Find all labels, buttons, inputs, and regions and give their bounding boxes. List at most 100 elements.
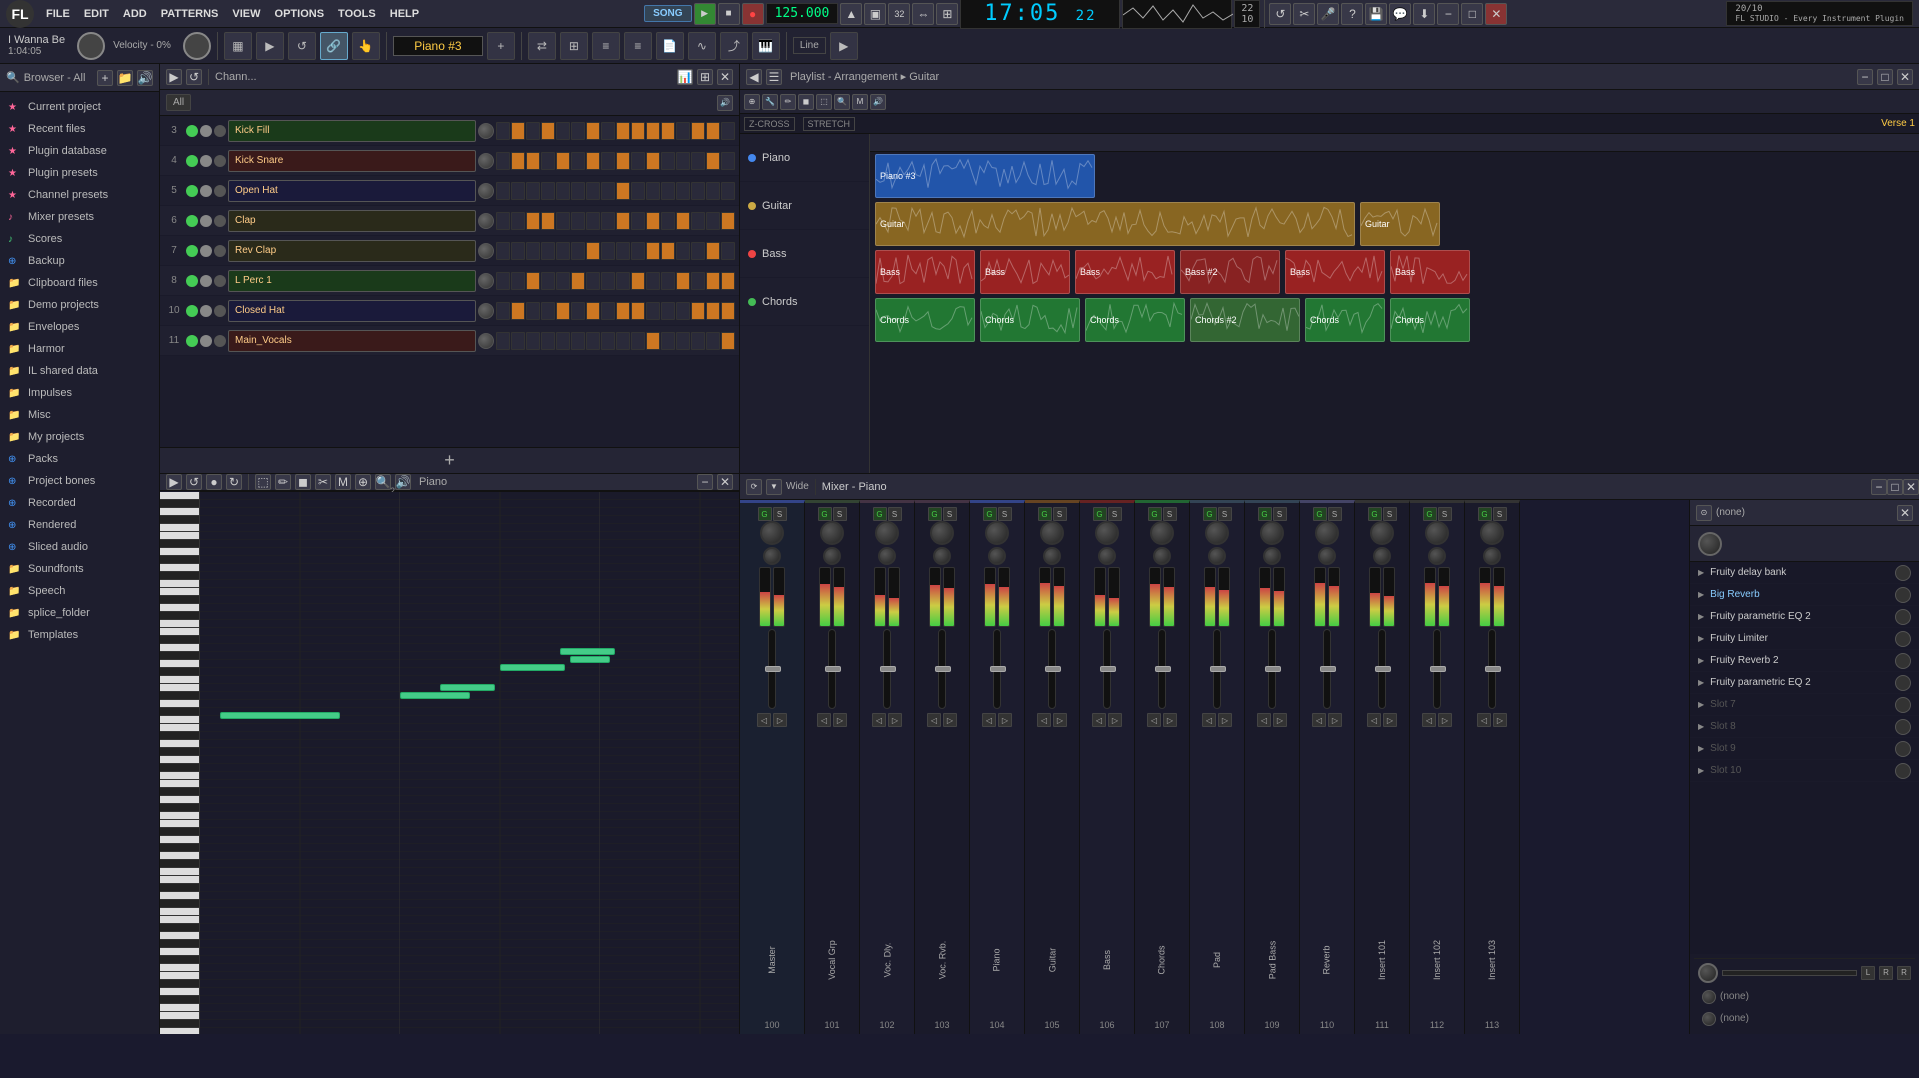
submix-send-icon[interactable]: ⟳ bbox=[746, 479, 762, 495]
mx-green-btn[interactable]: G bbox=[818, 507, 832, 521]
pattern-icon[interactable]: ▣ bbox=[864, 3, 886, 25]
mx-send-btn[interactable]: S bbox=[1438, 507, 1452, 521]
track-name-chords[interactable]: Chords bbox=[740, 278, 869, 326]
mx-green-btn[interactable]: G bbox=[873, 507, 887, 521]
step-btn[interactable] bbox=[646, 302, 660, 320]
mx-knob[interactable] bbox=[820, 521, 844, 545]
mx-green-btn[interactable]: G bbox=[1423, 507, 1437, 521]
mx-pan-knob[interactable] bbox=[823, 547, 841, 565]
step-btn[interactable] bbox=[541, 122, 555, 140]
clip-bass-#2[interactable]: Bass #2 bbox=[1180, 250, 1280, 294]
step-btn[interactable] bbox=[676, 242, 690, 260]
piano-key-55[interactable] bbox=[160, 932, 199, 940]
piano-roll-cut2-icon[interactable]: ✂ bbox=[315, 474, 331, 490]
pencil-icon[interactable]: ✏ bbox=[780, 94, 796, 110]
fx-send-none-knob1[interactable] bbox=[1702, 990, 1716, 1004]
mx-knob[interactable] bbox=[930, 521, 954, 545]
channel-vol-knob[interactable] bbox=[478, 243, 494, 259]
mute-icon[interactable]: M bbox=[852, 94, 868, 110]
piano-key-51[interactable] bbox=[160, 900, 199, 908]
mx-send-btn[interactable]: S bbox=[888, 507, 902, 521]
step-btn[interactable] bbox=[721, 272, 735, 290]
mic-icon[interactable]: 🎤 bbox=[1317, 3, 1339, 25]
step-btn[interactable] bbox=[586, 332, 600, 350]
sidebar-item-current-project[interactable]: ★Current project bbox=[0, 96, 159, 118]
mx-fader-thumb[interactable] bbox=[765, 666, 781, 672]
step-btn[interactable] bbox=[631, 242, 645, 260]
mx-arrow-l[interactable]: ◁ bbox=[1147, 713, 1161, 727]
step-btn[interactable] bbox=[511, 212, 525, 230]
step-btn[interactable] bbox=[706, 242, 720, 260]
step-btn[interactable] bbox=[706, 152, 720, 170]
step-btn[interactable] bbox=[691, 332, 705, 350]
step-btn[interactable] bbox=[496, 212, 510, 230]
clip-chords-#2[interactable]: Chords #2 bbox=[1190, 298, 1300, 342]
piano-key-20[interactable] bbox=[160, 652, 199, 660]
channel-vol-knob[interactable] bbox=[478, 303, 494, 319]
mx-arrow-l[interactable]: ◁ bbox=[872, 713, 886, 727]
sidebar-item-plugin-database[interactable]: ★Plugin database bbox=[0, 140, 159, 162]
mx-fader-thumb[interactable] bbox=[1430, 666, 1446, 672]
piano-key-13[interactable] bbox=[160, 596, 199, 604]
mx-arrow-r[interactable]: ▷ bbox=[998, 713, 1012, 727]
mx-green-btn[interactable]: G bbox=[983, 507, 997, 521]
step-btn[interactable] bbox=[631, 152, 645, 170]
piano-key-62[interactable] bbox=[160, 988, 199, 996]
note-G5[interactable] bbox=[560, 648, 615, 655]
mx-fader-track[interactable] bbox=[828, 629, 836, 709]
piano-key-0[interactable] bbox=[160, 492, 199, 500]
piano-key-11[interactable] bbox=[160, 580, 199, 588]
playlist-maximize-icon[interactable]: □ bbox=[1877, 69, 1893, 85]
step-btn[interactable] bbox=[721, 182, 735, 200]
fx-send-slider[interactable] bbox=[1722, 970, 1857, 976]
sidebar-item-scores[interactable]: ♪Scores bbox=[0, 228, 159, 250]
piano-key-50[interactable] bbox=[160, 892, 199, 900]
channel-name[interactable]: Open Hat bbox=[228, 180, 476, 202]
mx-fader-track[interactable] bbox=[993, 629, 1001, 709]
step-btn[interactable] bbox=[646, 332, 660, 350]
step-btn[interactable] bbox=[631, 332, 645, 350]
piano-key-28[interactable] bbox=[160, 716, 199, 724]
channel-name[interactable]: Kick Snare bbox=[228, 150, 476, 172]
channel-solo-btn[interactable] bbox=[214, 155, 226, 167]
zcross-button[interactable]: Z-CROSS bbox=[744, 117, 795, 131]
step-btn[interactable] bbox=[676, 152, 690, 170]
piano-key-38[interactable] bbox=[160, 796, 199, 804]
forward-icon[interactable]: ▶ bbox=[256, 32, 284, 60]
fx-enable-knob[interactable] bbox=[1895, 565, 1911, 581]
mx-green-btn[interactable]: G bbox=[1203, 507, 1217, 521]
piano-key-14[interactable] bbox=[160, 604, 199, 612]
mx-knob[interactable] bbox=[1205, 521, 1229, 545]
mx-arrow-r[interactable]: ▷ bbox=[1053, 713, 1067, 727]
step-btn[interactable] bbox=[571, 242, 585, 260]
piano-key-19[interactable] bbox=[160, 644, 199, 652]
browser-add-icon[interactable]: + bbox=[97, 70, 113, 86]
step-btn[interactable] bbox=[601, 242, 615, 260]
fx-slot-slot-9[interactable]: ▶ Slot 9 bbox=[1690, 738, 1919, 760]
step-btn[interactable] bbox=[586, 302, 600, 320]
piano-key-8[interactable] bbox=[160, 556, 199, 564]
stop-button[interactable]: ■ bbox=[718, 3, 740, 25]
piano-key-1[interactable] bbox=[160, 500, 199, 508]
browser-folder-icon[interactable]: 📁 bbox=[117, 70, 133, 86]
clip-bass[interactable]: Bass bbox=[1390, 250, 1470, 294]
rubber-icon[interactable]: ◼ bbox=[798, 94, 814, 110]
step-btn[interactable] bbox=[586, 152, 600, 170]
channel-active-btn[interactable] bbox=[186, 335, 198, 347]
piano-roll-arrow-icon[interactable]: ▶ bbox=[166, 474, 182, 490]
step-btn[interactable] bbox=[601, 122, 615, 140]
note-D#5[interactable] bbox=[440, 684, 495, 691]
step-btn[interactable] bbox=[706, 122, 720, 140]
step-btn[interactable] bbox=[676, 272, 690, 290]
mx-pan-knob[interactable] bbox=[1263, 547, 1281, 565]
mx-knob[interactable] bbox=[760, 521, 784, 545]
step-btn[interactable] bbox=[526, 152, 540, 170]
fx-slot-slot-7[interactable]: ▶ Slot 7 bbox=[1690, 694, 1919, 716]
channel-name[interactable]: Rev Clap bbox=[228, 240, 476, 262]
mixer-route-icon[interactable]: ⇄ bbox=[528, 32, 556, 60]
fx-send-none1[interactable]: (none) bbox=[1694, 986, 1915, 1008]
channel-active-btn[interactable] bbox=[186, 275, 198, 287]
mx-green-btn[interactable]: G bbox=[928, 507, 942, 521]
mx-send-btn[interactable]: S bbox=[943, 507, 957, 521]
mx-fader-track[interactable] bbox=[1268, 629, 1276, 709]
